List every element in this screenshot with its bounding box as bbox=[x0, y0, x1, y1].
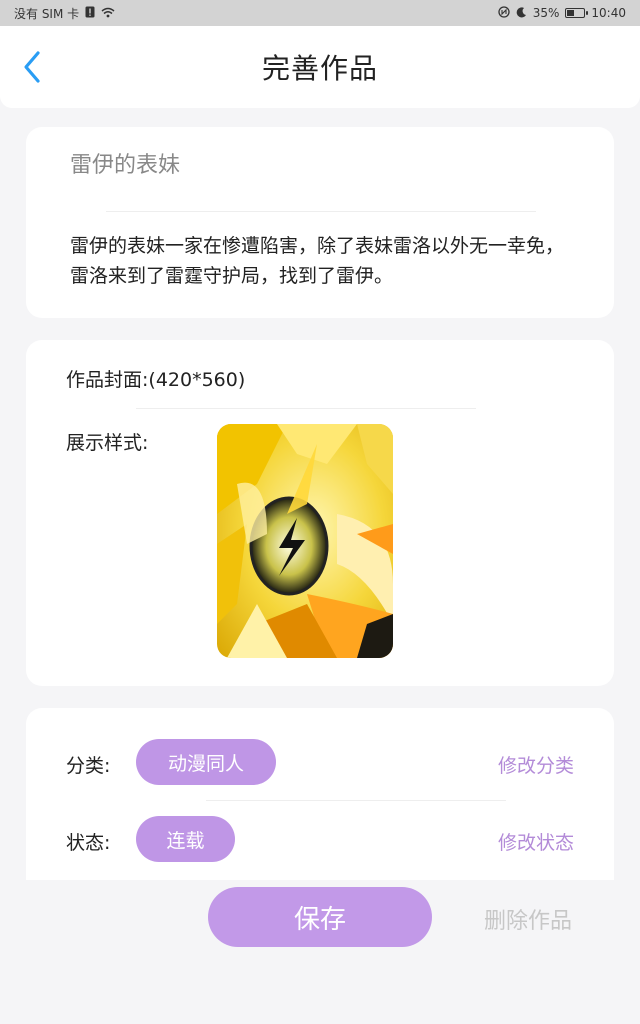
divider bbox=[106, 211, 536, 212]
cover-image[interactable] bbox=[217, 424, 393, 658]
battery-fill bbox=[567, 10, 574, 16]
chevron-left-icon bbox=[24, 51, 40, 83]
work-description-field[interactable]: 雷伊的表妹一家在惨遭陷害，除了表妹雷洛以外无一幸免，雷洛来到了雷霆守护局，找到了… bbox=[70, 231, 570, 291]
cover-card: 作品封面:(420*560) 展示样式: bbox=[26, 340, 614, 686]
delete-work-button[interactable]: 删除作品 bbox=[484, 903, 572, 935]
status-bar-left: 没有 SIM 卡 bbox=[14, 5, 115, 22]
work-info-card: 雷伊的表妹 雷伊的表妹一家在惨遭陷害，除了表妹雷洛以外无一幸免，雷洛来到了雷霆守… bbox=[26, 127, 614, 318]
display-style-label: 展示样式: bbox=[66, 432, 149, 454]
status-bar: 没有 SIM 卡 35% 10:40 bbox=[0, 0, 640, 26]
category-chip: 动漫同人 bbox=[136, 739, 276, 785]
sim-alert-icon bbox=[85, 6, 95, 20]
app-header: 完善作品 bbox=[0, 26, 640, 108]
divider bbox=[206, 800, 506, 801]
wifi-icon bbox=[101, 7, 115, 20]
clock: 10:40 bbox=[591, 6, 626, 20]
back-button[interactable] bbox=[22, 47, 50, 87]
save-button[interactable]: 保存 bbox=[208, 887, 432, 947]
status-bar-right: 35% 10:40 bbox=[498, 6, 626, 20]
divider bbox=[136, 408, 476, 409]
modify-status-link[interactable]: 修改状态 bbox=[498, 828, 574, 855]
meta-card: 分类: 动漫同人 修改分类 状态: 连载 修改状态 bbox=[26, 708, 614, 880]
modify-category-link[interactable]: 修改分类 bbox=[498, 751, 574, 778]
cover-artwork bbox=[217, 424, 393, 658]
cover-label: 作品封面:(420*560) bbox=[66, 369, 246, 391]
work-title-field[interactable]: 雷伊的表妹 bbox=[70, 147, 180, 179]
battery-icon bbox=[565, 8, 589, 18]
status-chip: 连载 bbox=[136, 816, 235, 862]
battery-percent: 35% bbox=[532, 6, 560, 20]
status-label: 状态: bbox=[66, 832, 111, 854]
category-label: 分类: bbox=[66, 755, 111, 777]
carrier-label: 没有 SIM 卡 bbox=[14, 6, 80, 21]
nfc-icon bbox=[498, 6, 510, 20]
moon-icon bbox=[516, 6, 527, 20]
page-title: 完善作品 bbox=[261, 52, 378, 85]
